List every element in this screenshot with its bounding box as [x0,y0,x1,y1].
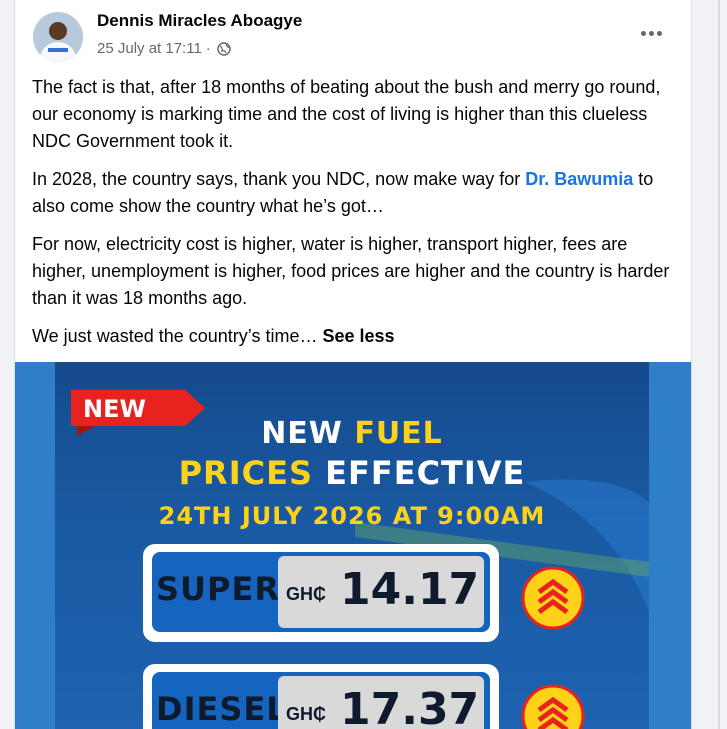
post-paragraph-4: We just wasted the country’s time… See l… [32,323,678,350]
flyer-effective-date: 24TH JULY 2026 AT 9:00AM [158,502,546,530]
heading-2-white: EFFECTIVE [325,454,526,492]
fuel-grade-label: SUPER [156,570,280,608]
flyer-heading-1: NEW FUEL [55,416,649,451]
post-timestamp[interactable]: 25 July at 17:11 [97,40,202,57]
post-image[interactable]: NEW NEW FUEL PRICES EFFECTIVE 24TH JULY … [15,362,691,729]
post-paragraph-2-text: In 2028, the country says, thank you NDC… [32,169,526,189]
right-gutter [691,0,727,729]
author-name[interactable]: Dennis Miracles Aboagye [97,11,302,31]
dot [640,30,646,36]
dot [656,30,662,36]
image-border-right [649,362,691,729]
currency-label: GH₵ [286,704,326,724]
post-paragraph-1: The fact is that, after 18 months of bea… [32,77,661,151]
mention-link[interactable]: Dr. Bawumia [525,169,633,189]
chevron-logo-icon [521,566,585,630]
meta-separator: · [205,40,211,57]
heading-2-yellow: PRICES [178,454,326,492]
post-paragraph-2: In 2028, the country says, thank you NDC… [32,166,678,220]
currency-label: GH₵ [286,584,326,604]
globe-icon[interactable] [217,41,231,56]
scrollbar-track[interactable] [718,0,720,729]
chevron-logo-icon [521,684,585,729]
price-value: 14.17 [340,564,480,615]
post-text: The fact is that, after 18 months of bea… [32,74,678,361]
post-meta: 25 July at 17:11 · [97,40,231,57]
flyer-heading-2: PRICES EFFECTIVE [55,454,649,492]
avatar[interactable] [33,12,83,62]
fuel-grade-label: DIESEL [156,690,288,728]
price-row-super: SUPER GH₵ 14.17 [143,544,499,642]
heading-1-yellow: FUEL [354,416,443,451]
more-options-icon[interactable] [633,18,669,48]
image-border-left [15,362,55,729]
price-value-box: GH₵ 17.37 [278,676,484,729]
post-paragraph-3: For now, electricity cost is higher, wat… [32,234,670,308]
price-row-diesel: DIESEL GH₵ 17.37 [143,664,499,729]
fuel-price-flyer: NEW NEW FUEL PRICES EFFECTIVE 24TH JULY … [55,362,649,729]
post-paragraph-4-text: We just wasted the country’s time… [32,326,323,346]
price-value: 17.37 [340,684,480,729]
price-row-inner: DIESEL GH₵ 17.37 [152,672,490,729]
post-card: Dennis Miracles Aboagye 25 July at 17:11… [14,0,692,729]
heading-1-white: NEW [261,416,355,451]
see-less-button[interactable]: See less [322,326,394,346]
price-row-inner: SUPER GH₵ 14.17 [152,552,490,632]
dot [648,30,654,36]
price-value-box: GH₵ 14.17 [278,556,484,628]
